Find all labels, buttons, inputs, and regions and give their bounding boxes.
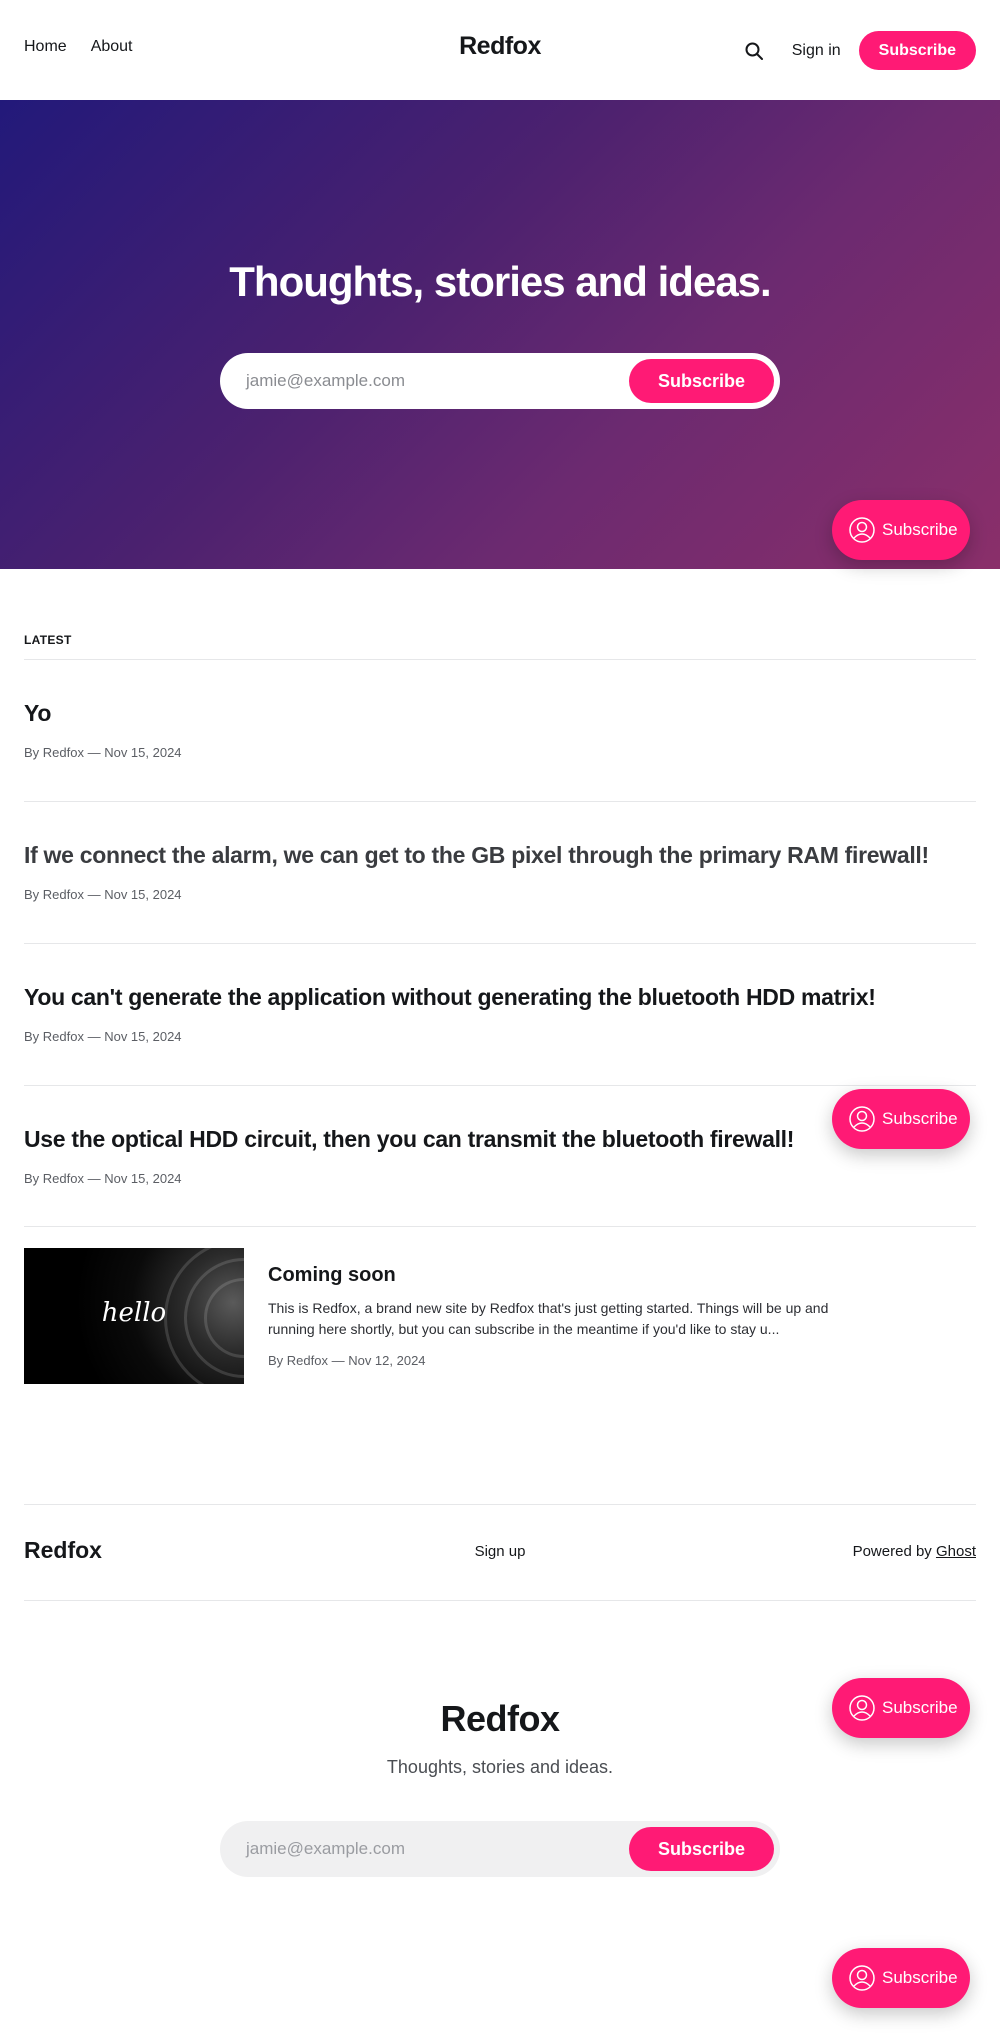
divider bbox=[24, 943, 976, 944]
post-excerpt: This is Redfox, a brand new site by Redf… bbox=[268, 1300, 829, 1337]
floating-subscribe-label: Subscribe bbox=[882, 1698, 958, 1717]
floating-subscribe-button[interactable]: Subscribe bbox=[832, 1089, 970, 1149]
floating-subscribe-label: Subscribe bbox=[882, 1968, 958, 1987]
user-circle-icon bbox=[848, 1964, 876, 1992]
divider bbox=[24, 1600, 976, 1601]
post-title[interactable]: Coming soon bbox=[268, 1264, 396, 1287]
divider bbox=[24, 1085, 976, 1086]
post-meta: By Redfox — Nov 15, 2024 bbox=[24, 887, 182, 902]
footer-email-input[interactable]: jamie@example.com bbox=[246, 1839, 405, 1859]
user-circle-icon bbox=[848, 1105, 876, 1133]
post-meta: By Redfox — Nov 12, 2024 bbox=[268, 1353, 426, 1368]
post-meta: By Redfox — Nov 15, 2024 bbox=[24, 1171, 182, 1186]
ghost-link[interactable]: Ghost bbox=[936, 1543, 976, 1560]
user-circle-icon bbox=[848, 516, 876, 544]
footer-subscribe-button[interactable]: Subscribe bbox=[629, 1827, 774, 1871]
floating-subscribe-button[interactable]: Subscribe bbox=[832, 1948, 970, 2008]
floating-subscribe-label: Subscribe bbox=[882, 1109, 958, 1128]
image-caption-text: hello bbox=[101, 1298, 167, 1328]
site-header: Home About Redfox Sign in Subscribe bbox=[0, 0, 1000, 100]
post-title[interactable]: Use the optical HDD circuit, then you ca… bbox=[24, 1126, 794, 1153]
hero-subscribe-button[interactable]: Subscribe bbox=[629, 359, 774, 403]
post-title[interactable]: If we connect the alarm, we can get to t… bbox=[24, 842, 929, 869]
divider bbox=[24, 659, 976, 660]
post-meta: By Redfox — Nov 15, 2024 bbox=[24, 745, 182, 760]
user-circle-icon bbox=[848, 1694, 876, 1722]
hero-title: Thoughts, stories and ideas. bbox=[229, 258, 771, 305]
hero-banner: Thoughts, stories and ideas. jamie@examp… bbox=[0, 100, 1000, 569]
footer-cta-subtitle: Thoughts, stories and ideas. bbox=[386, 1757, 614, 1777]
powered-by: Powered by Ghost bbox=[853, 1543, 976, 1560]
post-feature-image[interactable]: hello bbox=[24, 1248, 244, 1384]
floating-subscribe-label: Subscribe bbox=[882, 520, 958, 539]
header-subscribe-button[interactable]: Subscribe bbox=[858, 31, 976, 70]
divider bbox=[24, 801, 976, 802]
header-actions: Sign in Subscribe bbox=[742, 31, 976, 70]
sign-in-link[interactable]: Sign in bbox=[792, 42, 841, 60]
post-title[interactable]: You can't generate the application witho… bbox=[24, 984, 876, 1011]
hero-email-input[interactable]: jamie@example.com bbox=[246, 371, 405, 391]
footer-sign-up-link[interactable]: Sign up bbox=[0, 1543, 1000, 1560]
divider bbox=[24, 1226, 976, 1227]
divider bbox=[24, 1504, 976, 1505]
floating-subscribe-button[interactable]: Subscribe bbox=[832, 1678, 970, 1738]
post-meta: By Redfox — Nov 15, 2024 bbox=[24, 1029, 182, 1044]
floating-subscribe-button[interactable]: Subscribe bbox=[832, 500, 970, 560]
search-icon[interactable] bbox=[742, 39, 766, 63]
post-title[interactable]: Yo bbox=[24, 700, 51, 727]
footer-subscribe-form: jamie@example.com Subscribe bbox=[220, 1821, 780, 1877]
hero-subscribe-form: jamie@example.com Subscribe bbox=[220, 353, 780, 409]
section-heading-latest: LATEST bbox=[24, 633, 72, 647]
powered-by-label: Powered by bbox=[852, 1543, 936, 1560]
